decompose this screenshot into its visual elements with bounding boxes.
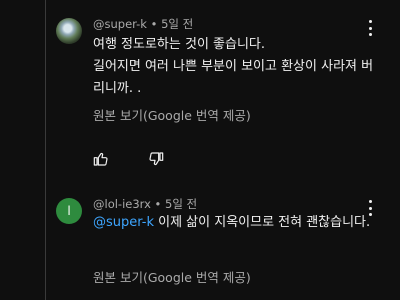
comment-body: 이제 삶이 지옥이므로 전혀 괜찮습니다. [154,215,371,230]
separator-dot: • [150,17,162,31]
separator-dot: • [154,197,165,211]
avatar[interactable]: l [56,198,82,224]
comment-meta: @super-k • 5일 전 [93,16,193,32]
thumb-up-icon[interactable] [93,151,109,167]
more-vert-icon[interactable] [364,20,376,36]
comment-meta: @lol-ie3rx • 5일 전 [93,196,197,212]
author-name[interactable]: @lol-ie3rx [93,197,151,211]
author-name[interactable]: @super-k [93,17,147,31]
comment-time[interactable]: 5일 전 [161,17,193,31]
comment-time[interactable]: 5일 전 [165,197,197,211]
more-vert-icon[interactable] [364,200,376,216]
comment-text: @super-k 이제 삶이 지옥이므로 전혀 괜찮습니다. [93,212,383,234]
see-original-link[interactable]: 원본 보기(Google 번역 제공) [93,267,251,286]
comment-line: 길어지면 여러 나쁜 부분이 보이고 환상이 사라져 버리니까. . [93,59,374,96]
thumb-down-icon[interactable] [148,151,164,167]
see-original-link[interactable]: 원본 보기(Google 번역 제공) [93,105,251,124]
mention-link[interactable]: @super-k [93,215,154,230]
comment-line: 여행 정도로하는 것이 좋습니다. [93,37,266,52]
thread-line [45,0,46,300]
avatar[interactable] [56,18,82,44]
comment-text: 여행 정도로하는 것이 좋습니다. 길어지면 여러 나쁜 부분이 보이고 환상이… [93,34,383,100]
